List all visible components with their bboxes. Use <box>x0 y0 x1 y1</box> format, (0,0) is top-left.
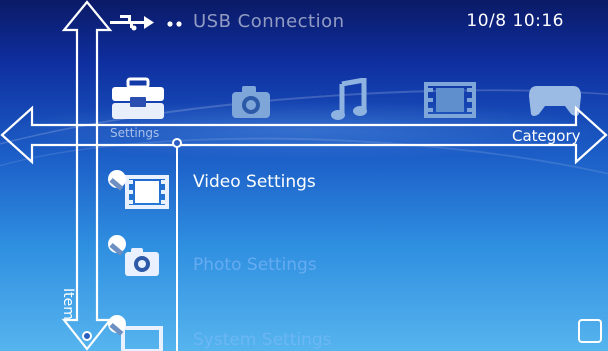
square-button-icon[interactable] <box>578 319 602 343</box>
item-caption: Item <box>60 288 76 320</box>
selection-pointer-dot <box>172 138 182 148</box>
xmb-screen: USB Connection 10/8 10:16 Settings Video… <box>0 0 608 351</box>
category-caption: Category <box>512 127 581 145</box>
annotation-arrows <box>0 0 608 351</box>
item-pointer-dot <box>82 331 92 341</box>
